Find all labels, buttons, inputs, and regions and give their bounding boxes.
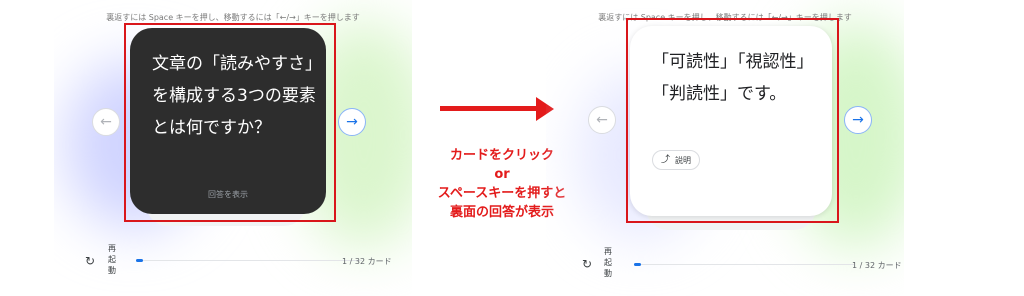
card-counter: 1 / 32 カード	[342, 257, 392, 266]
next-card-button[interactable]: →	[338, 108, 366, 136]
arrow-right-icon: →	[852, 112, 864, 128]
restart-button[interactable]: 再起動	[604, 246, 614, 279]
restart-icon[interactable]: ↻	[85, 255, 95, 267]
transition-arrow	[440, 106, 538, 111]
previous-card-button[interactable]: ←	[588, 106, 616, 134]
next-card-button[interactable]: →	[844, 106, 872, 134]
previous-card-button[interactable]: ←	[92, 108, 120, 136]
card-footer: ↻ 再起動 1 / 32 カード	[546, 244, 904, 284]
arrow-left-icon: ←	[100, 114, 112, 130]
progress-fill	[136, 259, 143, 262]
card-footer: ↻ 再起動 1 / 32 カード	[54, 244, 412, 284]
progress-track	[634, 264, 854, 265]
restart-button[interactable]: 再起動	[108, 243, 118, 276]
highlight-box-back	[626, 18, 839, 223]
keyboard-hint: 裏返すには Space キーを押し、移動するには「←/→」キーを押します	[106, 13, 360, 22]
card-counter: 1 / 32 カード	[852, 261, 902, 270]
progress-track	[136, 260, 362, 261]
progress-fill	[634, 263, 641, 266]
restart-icon[interactable]: ↻	[582, 258, 592, 270]
arrow-right-icon: →	[346, 114, 358, 130]
highlight-box-front	[124, 23, 336, 222]
arrow-left-icon: ←	[596, 112, 608, 128]
